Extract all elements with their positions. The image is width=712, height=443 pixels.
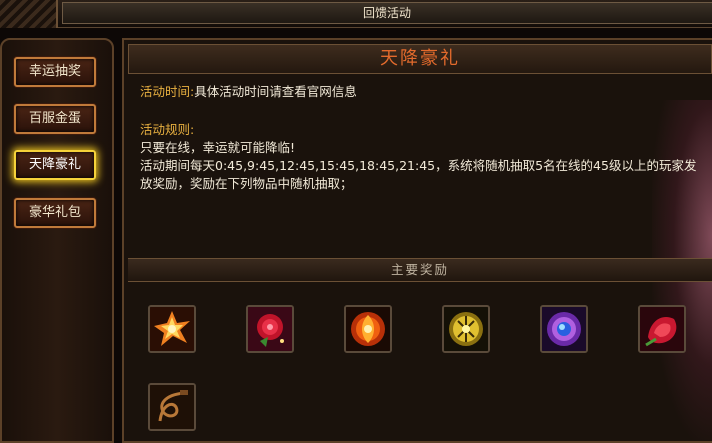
sidebar-item-sky-gift[interactable]: 天降豪礼 <box>14 150 96 180</box>
reward-item-red-rose-gem[interactable] <box>246 305 294 353</box>
blue-jewel-icon <box>542 307 586 351</box>
reward-item-whip[interactable] <box>148 383 196 431</box>
red-rose-icon <box>640 307 684 351</box>
window-title: 回馈活动 <box>362 6 411 20</box>
activity-time-label: 活动时间: <box>140 84 195 99</box>
activity-panel: 天降豪礼 活动时间:具体活动时间请查看官网信息 活动规则: 只要在线，幸运就可能… <box>122 38 712 443</box>
sidebar-item-luxury-pack[interactable]: 豪华礼包 <box>14 198 96 228</box>
activity-rules-label: 活动规则: <box>140 122 195 137</box>
reward-item-red-rose[interactable] <box>638 305 686 353</box>
whip-icon <box>150 385 194 429</box>
activity-rules-text: 只要在线，幸运就可能降临! 活动期间每天0:45,9:45,12:45,15:4… <box>140 140 697 191</box>
reward-item-fire-crystal[interactable] <box>148 305 196 353</box>
reward-item-blue-jewel[interactable] <box>540 305 588 353</box>
golden-rune-orb-icon <box>444 307 488 351</box>
window-titlebar: 回馈活动 <box>0 0 712 28</box>
fire-crystal-icon <box>150 307 194 351</box>
ornament-corner <box>0 0 58 28</box>
reward-item-flame-orb[interactable] <box>344 305 392 353</box>
sidebar-item-golden-egg[interactable]: 百服金蛋 <box>14 104 96 134</box>
activity-time-value: 具体活动时间请查看官网信息 <box>194 84 357 99</box>
activity-sidebar: 幸运抽奖 百服金蛋 天降豪礼 豪华礼包 <box>0 38 114 443</box>
rewards-header: 主要奖励 <box>390 262 449 277</box>
panel-title: 天降豪礼 <box>380 48 460 69</box>
flame-orb-icon <box>346 307 390 351</box>
activity-time-row: 活动时间:具体活动时间请查看官网信息 <box>140 83 357 101</box>
activity-rules: 活动规则: 只要在线，幸运就可能降临! 活动期间每天0:45,9:45,12:4… <box>140 121 700 193</box>
sidebar-item-lucky-draw[interactable]: 幸运抽奖 <box>14 57 96 87</box>
red-rose-gem-icon <box>248 307 292 351</box>
reward-item-golden-rune-orb[interactable] <box>442 305 490 353</box>
